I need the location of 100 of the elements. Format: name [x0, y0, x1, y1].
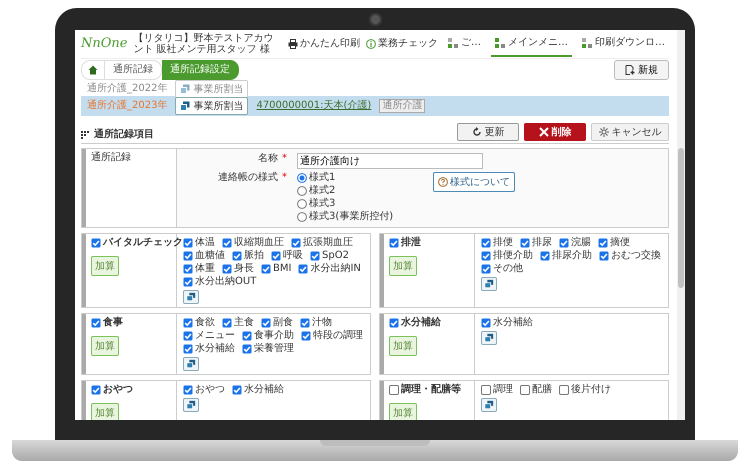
add-button[interactable]: 加算 [91, 403, 119, 420]
radio-label[interactable]: 様式2 [309, 185, 336, 197]
checkbox-label[interactable]: 体重 [195, 263, 215, 275]
record-row[interactable]: 通所介護_2023年 事業所割当 4700000001:天本(介護) 通所介護 [81, 96, 669, 116]
checkbox[interactable] [183, 251, 193, 261]
assign-button[interactable]: 事業所割当 [175, 97, 248, 115]
checkbox-label[interactable]: 栄養管理 [254, 343, 294, 355]
checkbox[interactable] [389, 238, 399, 248]
checkbox-label[interactable]: 食欲 [195, 317, 215, 329]
checkbox-label[interactable]: 排尿 [532, 237, 552, 249]
record-row[interactable]: 通所介護_2022年 事業所割当 [81, 81, 669, 96]
home-button[interactable] [81, 60, 105, 80]
checkbox[interactable] [520, 385, 530, 395]
checkbox[interactable] [481, 318, 491, 328]
checkbox-label[interactable]: 調理 [493, 384, 513, 396]
checkbox[interactable] [599, 251, 609, 261]
copy-button[interactable] [481, 331, 497, 345]
checkbox[interactable] [183, 238, 193, 248]
add-button[interactable]: 加算 [389, 256, 417, 276]
checkbox[interactable] [481, 238, 491, 248]
copy-button[interactable] [183, 357, 199, 371]
checkbox-label[interactable]: 排尿介助 [552, 250, 592, 262]
checkbox-label[interactable]: BMI [273, 263, 292, 275]
checkbox-label[interactable]: 脈拍 [244, 250, 264, 262]
checkbox[interactable] [481, 385, 491, 395]
checkbox-label[interactable]: 特段の調理 [313, 330, 363, 342]
add-button[interactable]: 加算 [91, 256, 119, 276]
header-link[interactable]: かんたん印刷 [288, 38, 360, 50]
checkbox[interactable] [261, 318, 271, 328]
checkbox[interactable] [222, 318, 232, 328]
checkbox[interactable] [300, 318, 310, 328]
menu-tab[interactable]: メインメニ… [491, 31, 572, 57]
copy-button[interactable] [481, 398, 497, 412]
checkbox[interactable] [232, 251, 242, 261]
checkbox[interactable] [183, 277, 193, 287]
office-link[interactable]: 4700000001:天本(介護) [256, 100, 372, 112]
radio-label[interactable]: 様式3(事業所控付) [309, 211, 394, 223]
radio-button[interactable] [297, 186, 307, 196]
scrollbar[interactable] [677, 30, 685, 420]
checkbox[interactable] [301, 331, 311, 341]
checkbox-label[interactable]: 拡張期血圧 [303, 237, 353, 249]
copy-button[interactable] [183, 398, 199, 412]
add-button[interactable]: 加算 [91, 336, 119, 356]
checkbox[interactable] [481, 264, 491, 274]
checkbox-label[interactable]: その他 [493, 263, 523, 275]
breadcrumb-item[interactable]: 通所記録設定 [162, 60, 239, 80]
checkbox-label[interactable]: 呼吸 [283, 250, 303, 262]
checkbox-label[interactable]: 後片付け [571, 384, 611, 396]
menu-tab[interactable]: ご… [444, 31, 485, 57]
checkbox-label[interactable]: SpO2 [322, 250, 349, 262]
checkbox[interactable] [183, 385, 193, 395]
checkbox-label[interactable]: 排便介助 [493, 250, 533, 262]
refresh-button[interactable]: 更新 [457, 123, 519, 141]
checkbox-label[interactable]: 水分補給 [493, 317, 533, 329]
checkbox-label[interactable]: メニュー [195, 330, 235, 342]
checkbox[interactable] [91, 318, 101, 328]
group-title[interactable]: 水分補給 [401, 317, 441, 329]
radio-button[interactable] [297, 199, 307, 209]
checkbox[interactable] [520, 238, 530, 248]
group-title[interactable]: 排泄 [401, 237, 421, 249]
checkbox[interactable] [261, 264, 271, 274]
group-title[interactable]: 食事 [103, 317, 123, 329]
checkbox-label[interactable]: 身長 [234, 263, 254, 275]
checkbox[interactable] [310, 251, 320, 261]
cancel-button[interactable]: キャンセル [591, 123, 669, 141]
checkbox[interactable] [389, 385, 399, 395]
checkbox-label[interactable]: 排便 [493, 237, 513, 249]
checkbox-label[interactable]: 水分補給 [195, 343, 235, 355]
group-title[interactable]: おやつ [103, 384, 133, 396]
checkbox-label[interactable]: 主食 [234, 317, 254, 329]
checkbox[interactable] [540, 251, 550, 261]
checkbox-label[interactable]: おむつ交換 [611, 250, 661, 262]
checkbox-label[interactable]: 水分出納IN [310, 263, 361, 275]
checkbox[interactable] [222, 238, 232, 248]
checkbox[interactable] [481, 251, 491, 261]
checkbox[interactable] [271, 251, 281, 261]
checkbox-label[interactable]: 副食 [273, 317, 293, 329]
checkbox-label[interactable]: 体温 [195, 237, 215, 249]
name-field[interactable]: 通所介護向け [297, 153, 483, 169]
menu-tab[interactable]: 印刷ダウンロ… [578, 31, 669, 57]
group-title[interactable]: 調理・配膳等 [401, 384, 461, 396]
checkbox[interactable] [559, 385, 569, 395]
copy-button[interactable] [481, 277, 497, 291]
checkbox-label[interactable]: 水分出納OUT [195, 276, 256, 288]
radio-button[interactable] [297, 212, 307, 222]
checkbox-label[interactable]: 摘便 [610, 237, 630, 249]
checkbox-label[interactable]: 血糖値 [195, 250, 225, 262]
help-button[interactable]: 様式について [433, 172, 516, 192]
checkbox-label[interactable]: 配膳 [532, 384, 552, 396]
add-button[interactable]: 加算 [389, 336, 417, 356]
checkbox[interactable] [291, 238, 301, 248]
group-title[interactable]: バイタルチェック [103, 237, 183, 249]
checkbox[interactable] [183, 344, 193, 354]
checkbox[interactable] [222, 264, 232, 274]
checkbox[interactable] [91, 385, 101, 395]
new-button[interactable]: 新規 [614, 60, 669, 80]
add-button[interactable]: 加算 [389, 403, 417, 420]
checkbox[interactable] [242, 331, 252, 341]
checkbox[interactable] [559, 238, 569, 248]
checkbox[interactable] [298, 264, 308, 274]
